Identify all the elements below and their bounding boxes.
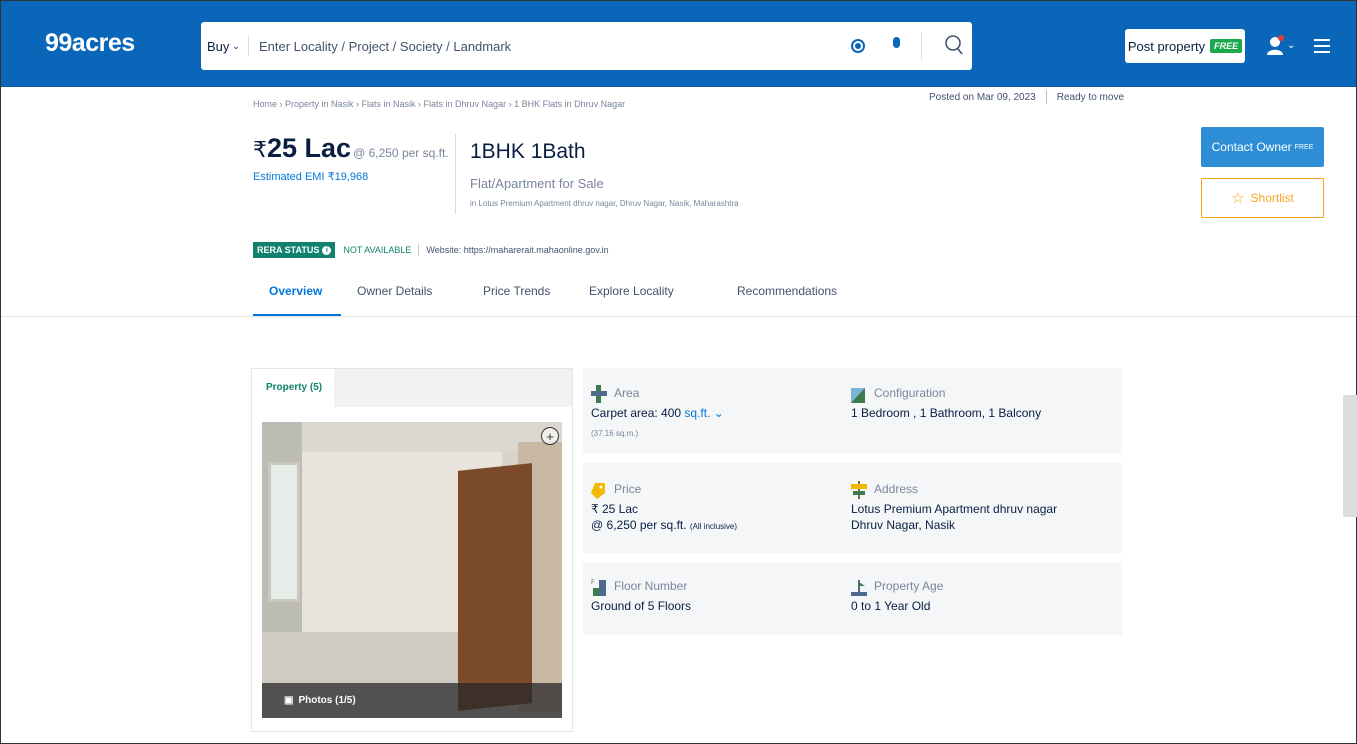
free-badge: FREE [1294,143,1314,151]
property-title: 1BHK 1Bath [470,140,586,163]
tab-overview[interactable]: Overview [253,282,341,316]
detail-value: ₹ 25 Lac [591,502,638,516]
site-logo[interactable]: 99acres [45,29,135,58]
tabs-divider [1,316,1356,317]
door-image-detail [458,463,532,711]
detail-value: 1 Bedroom , 1 Bathroom, 1 Balcony [851,406,1042,420]
rera-status: RERA STATUS i NOT AVAILABLE Website: htt… [253,242,609,258]
location-target-icon[interactable] [851,39,865,53]
breadcrumb[interactable]: Home › Property in Nasik › Flats in Nasi… [253,99,625,109]
price-per-sqft: @ 6,250 per sq.ft. [353,146,449,160]
top-header: 99acres Buy ⌄ Post property FREE ⌄ [1,1,1356,87]
post-property-label: Post property [1127,38,1206,54]
price-tag-icon [591,483,605,499]
detail-label: Address [874,482,919,496]
info-icon: i [322,245,332,255]
buy-dropdown[interactable]: Buy ⌄ [207,36,249,56]
microphone-icon[interactable] [889,37,903,55]
posted-info: Posted on Mar 09, 2023 Ready to move [929,90,1124,104]
detail-value: Carpet area: 400 sq.ft. ⌄ [591,406,724,420]
detail-label: Price [614,482,642,496]
rera-separator [418,244,420,256]
rera-badge[interactable]: RERA STATUS i [253,242,336,258]
title-block: 1BHK 1Bath Flat/Apartment for Sale in Lo… [470,140,739,208]
rera-label: RERA STATUS [257,245,320,255]
rera-value: NOT AVAILABLE [343,245,412,255]
tab-recommendations[interactable]: Recommendations [721,282,851,316]
detail-value-secondary: @ 6,250 per sq.ft. (All inclusive) [591,518,738,532]
detail-label: Area [614,386,640,400]
detail-value: Lotus Premium Apartment dhruv nagar [851,502,1058,516]
unit-dropdown[interactable]: sq.ft. ⌄ [684,406,723,420]
detail-value: Ground of 5 Floors [591,599,692,613]
chevron-down-icon: ⌄ [1287,39,1296,51]
search-divider [921,32,922,60]
post-property-button[interactable]: Post property FREE [1125,29,1245,63]
photos-counter-bar[interactable]: ▣ Photos (1/5) [262,683,562,718]
tab-explore-locality[interactable]: Explore Locality [573,282,721,316]
rera-website: Website: https://maharerait.mahaonline.g… [426,245,609,255]
floor-icon: F [591,579,606,596]
detail-label: Configuration [874,386,946,400]
gallery-tabs: Property (5) [252,369,572,407]
detail-subvalue: (37.16 sq.m.) [591,429,639,438]
shortlist-label: Shortlist [1250,191,1294,205]
contact-owner-button[interactable]: Contact Owner FREE [1201,127,1324,167]
chevron-down-icon: ⌄ [232,40,240,51]
photo-gallery: Property (5) + ▣ Photos (1/5) [251,368,573,732]
configuration-icon [851,388,865,403]
property-age-icon [851,580,867,596]
star-icon: ☆ [1231,190,1245,207]
user-menu[interactable]: ⌄ [1266,34,1296,56]
tab-price-trends[interactable]: Price Trends [467,282,573,316]
area-icon [591,385,607,403]
property-details: Area Carpet area: 400 sq.ft. ⌄ (37.16 sq… [583,368,1122,635]
user-icon [1267,35,1284,55]
detail-value: 0 to 1 Year Old [851,599,931,613]
estimated-emi-link[interactable]: Estimated EMI ₹19,968 [253,170,449,183]
header-divider [455,134,456,214]
buy-dropdown-label: Buy [207,38,230,54]
posted-date: Posted on Mar 09, 2023 [929,91,1036,103]
price-block: ₹ 25 Lac @ 6,250 per sq.ft. Estimated EM… [253,133,449,183]
property-subtitle: Flat/Apartment for Sale [470,176,604,191]
contact-owner-label: Contact Owner [1211,140,1292,154]
property-location: in Lotus Premium Apartment dhruv nagar, … [470,199,739,208]
search-icon[interactable] [943,33,965,57]
window-image-detail [268,462,300,602]
detail-label: Floor Number [614,579,688,593]
free-badge: FREE [1210,39,1243,53]
section-tabs: Overview Owner Details Price Trends Expl… [253,282,851,316]
photos-counter: Photos (1/5) [298,695,356,706]
property-photo[interactable]: + ▣ Photos (1/5) [262,422,562,718]
price-amount: 25 Lac [267,133,352,163]
svg-text:F: F [591,579,595,586]
detail-value-secondary: Dhruv Nagar, Nasik [851,518,956,532]
image-icon: ▣ [284,695,294,706]
zoom-in-icon[interactable]: + [541,427,559,445]
posted-separator [1045,90,1047,104]
search-bar: Buy ⌄ [201,22,972,70]
gallery-tab-property[interactable]: Property (5) [252,369,334,407]
shortlist-button[interactable]: ☆ Shortlist [1201,178,1324,218]
detail-label: Property Age [874,579,944,593]
hamburger-menu-icon[interactable] [1314,39,1330,53]
side-feedback-handle[interactable] [1343,395,1357,517]
search-input[interactable] [259,38,819,54]
tab-owner-details[interactable]: Owner Details [341,282,467,316]
possession-status: Ready to move [1056,91,1125,103]
rupee-symbol: ₹ [253,137,267,162]
signpost-icon [851,481,867,499]
